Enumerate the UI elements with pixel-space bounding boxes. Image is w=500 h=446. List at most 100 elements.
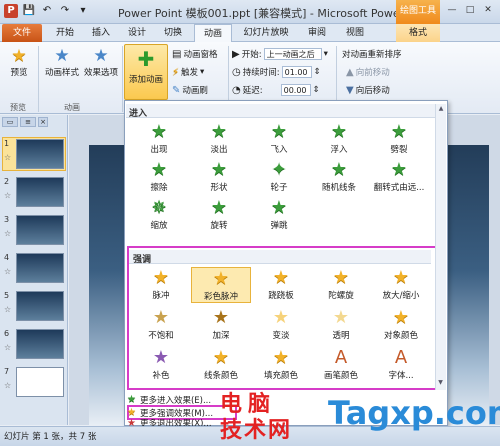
tab-animations[interactable]: 动画 — [194, 24, 232, 43]
star-icon: ★ — [212, 347, 230, 368]
slide-thumb-row[interactable]: 2 ☆ — [2, 175, 66, 209]
anim-bounce[interactable]: ★ 弹跳 — [249, 197, 309, 233]
duration-row: ◷ 持续时间: 01.00 ⇕ — [232, 66, 321, 78]
anim-pulse[interactable]: ★ 脉冲 — [131, 267, 191, 303]
minimize-button[interactable]: — — [444, 3, 460, 17]
tab-home[interactable]: 开始 — [48, 24, 82, 42]
tab-file[interactable]: 文件 — [2, 24, 42, 42]
anim-line-color[interactable]: ★ 线条颜色 — [191, 347, 251, 383]
star-icon: ★ — [210, 197, 228, 218]
anim-fly-in[interactable]: ★ 飞入 — [249, 121, 309, 157]
anim-appear[interactable]: ★ 出现 — [129, 121, 189, 157]
anim-wheel[interactable]: ✦ 轮子 — [249, 159, 309, 195]
slide-thumb-row[interactable]: 5 ☆ — [2, 289, 66, 323]
close-button[interactable]: ✕ — [480, 3, 496, 17]
tab-review[interactable]: 审阅 — [300, 24, 334, 42]
delay-input[interactable]: 00.00 — [280, 84, 311, 96]
move-later-button[interactable]: ▼ 向后移动 — [346, 84, 390, 97]
star-icon: ★ — [330, 121, 348, 142]
slide-thumb-row[interactable]: 4 ☆ — [2, 251, 66, 285]
star-icon: ✵ — [151, 197, 167, 218]
anim-brush-color[interactable]: A 画笔颜色 — [311, 347, 371, 383]
start-select[interactable]: 上一动画之后 — [263, 48, 322, 60]
save-icon[interactable]: 💾 — [22, 4, 36, 18]
anim-font-color[interactable]: A 字体... — [371, 347, 431, 383]
tab-insert[interactable]: 插入 — [84, 24, 118, 42]
tab-transitions[interactable]: 切换 — [156, 24, 190, 42]
anim-wipe[interactable]: ★ 擦除 — [129, 159, 189, 195]
slide-thumb-row[interactable]: 6 ☆ — [2, 327, 66, 361]
duration-input[interactable]: 01.00 — [281, 66, 312, 78]
anim-grow-shrink[interactable]: ★ 放大/缩小 — [371, 267, 431, 303]
slide-thumbnail[interactable] — [16, 329, 64, 359]
anim-label: 放大/缩小 — [382, 291, 420, 301]
anim-complementary-color[interactable]: ★ 补色 — [131, 347, 191, 383]
slide-thumb-row[interactable]: 3 ☆ — [2, 213, 66, 247]
star-icon: ★ — [150, 121, 168, 142]
chevron-down-icon[interactable]: ▾ — [324, 49, 328, 59]
tab-view[interactable]: 视图 — [338, 24, 372, 42]
anim-darken[interactable]: ★ 加深 — [191, 307, 251, 343]
animation-styles-button[interactable]: ★ 动画样式 — [42, 46, 82, 78]
move-earlier-label: 向前移动 — [355, 68, 390, 78]
anim-float-in[interactable]: ★ 浮入 — [309, 121, 369, 157]
outline-tab[interactable]: ≡ — [20, 117, 36, 127]
star-icon: ★ — [332, 267, 350, 288]
slide-thumb-row[interactable]: 7 ☆ — [2, 365, 66, 399]
arrow-up-icon: ▲ — [346, 66, 354, 78]
trigger-icon: ⚡ — [172, 66, 180, 78]
slide-thumbnail[interactable] — [16, 367, 64, 397]
slide-thumbnail[interactable] — [16, 215, 64, 245]
redo-icon[interactable]: ↷ — [58, 4, 72, 18]
gallery-scrollbar[interactable]: ▲ — [435, 104, 446, 390]
anim-lighten[interactable]: ★ 变淡 — [251, 307, 311, 343]
undo-icon[interactable]: ↶ — [40, 4, 54, 18]
tab-format[interactable]: 格式 — [396, 24, 440, 42]
move-earlier-button[interactable]: ▲ 向前移动 — [346, 66, 390, 79]
tab-design[interactable]: 设计 — [120, 24, 154, 42]
maximize-button[interactable]: □ — [462, 3, 478, 17]
animation-pane-button[interactable]: ▤ 动画窗格 — [172, 48, 217, 61]
preview-button[interactable]: ★ 预览 — [4, 46, 34, 78]
slide-thumbnail[interactable] — [16, 177, 64, 207]
anim-label: 擦除 — [150, 183, 168, 193]
preview-group-label: 预览 — [10, 103, 26, 112]
slide-thumb-row[interactable]: 1 ☆ — [2, 137, 66, 171]
customize-qat-icon[interactable]: ▾ — [76, 4, 90, 18]
anim-grow-turn[interactable]: ★ 翻转式由远... — [369, 159, 429, 195]
trigger-button[interactable]: ⚡ 触发 ▾ — [172, 66, 204, 79]
close-pane-icon[interactable]: × — [38, 117, 48, 127]
anim-random-bars[interactable]: ★ 随机线条 — [309, 159, 369, 195]
anim-transparency[interactable]: ★ 透明 — [311, 307, 371, 343]
slide-thumbnail[interactable] — [16, 253, 64, 283]
slides-tab[interactable]: ▭ — [2, 117, 18, 127]
anim-object-color[interactable]: ★ 对象颜色 — [371, 307, 431, 343]
watermark-en: Tagxp.com — [328, 394, 500, 432]
ribbon-tabs: 文件 开始 插入 设计 切换 动画 幻灯片放映 审阅 视图 格式 — [0, 24, 500, 43]
anim-color-pulse[interactable]: ★ 彩色脉冲 — [191, 267, 251, 303]
spinner-icon[interactable]: ⇕ — [313, 85, 320, 95]
anim-split[interactable]: ★ 劈裂 — [369, 121, 429, 157]
animation-painter-button[interactable]: ✎ 动画刷 — [172, 84, 208, 97]
star-icon: ★ — [392, 307, 410, 328]
slide-number: 5 — [4, 291, 10, 300]
anim-spin[interactable]: ★ 陀螺旋 — [311, 267, 371, 303]
anim-fill-color[interactable]: ★ 填充颜色 — [251, 347, 311, 383]
scroll-up-icon[interactable]: ▲ — [436, 104, 446, 114]
tab-slideshow[interactable]: 幻灯片放映 — [236, 24, 296, 42]
effect-options-button[interactable]: ★ 效果选项 — [82, 46, 120, 78]
add-animation-button[interactable]: ✚ 添加动画 — [124, 44, 168, 100]
anim-shape[interactable]: ★ 形状 — [189, 159, 249, 195]
emphasis-header: 强调 — [133, 255, 152, 265]
anim-zoom[interactable]: ✵ 缩放 — [129, 197, 189, 233]
spinner-icon[interactable]: ⇕ — [314, 67, 321, 77]
anim-label: 字体... — [388, 371, 414, 381]
anim-teeter[interactable]: ★ 跷跷板 — [251, 267, 311, 303]
anim-swivel[interactable]: ★ 旋转 — [189, 197, 249, 233]
slide-thumbnail[interactable] — [16, 139, 64, 169]
slide-thumbnail[interactable] — [16, 291, 64, 321]
powerpoint-logo-icon[interactable]: P — [4, 4, 18, 18]
anim-fade[interactable]: ★ 淡出 — [189, 121, 249, 157]
anim-desaturate[interactable]: ★ 不饱和 — [131, 307, 191, 343]
clock-icon: ◷ — [232, 66, 241, 78]
